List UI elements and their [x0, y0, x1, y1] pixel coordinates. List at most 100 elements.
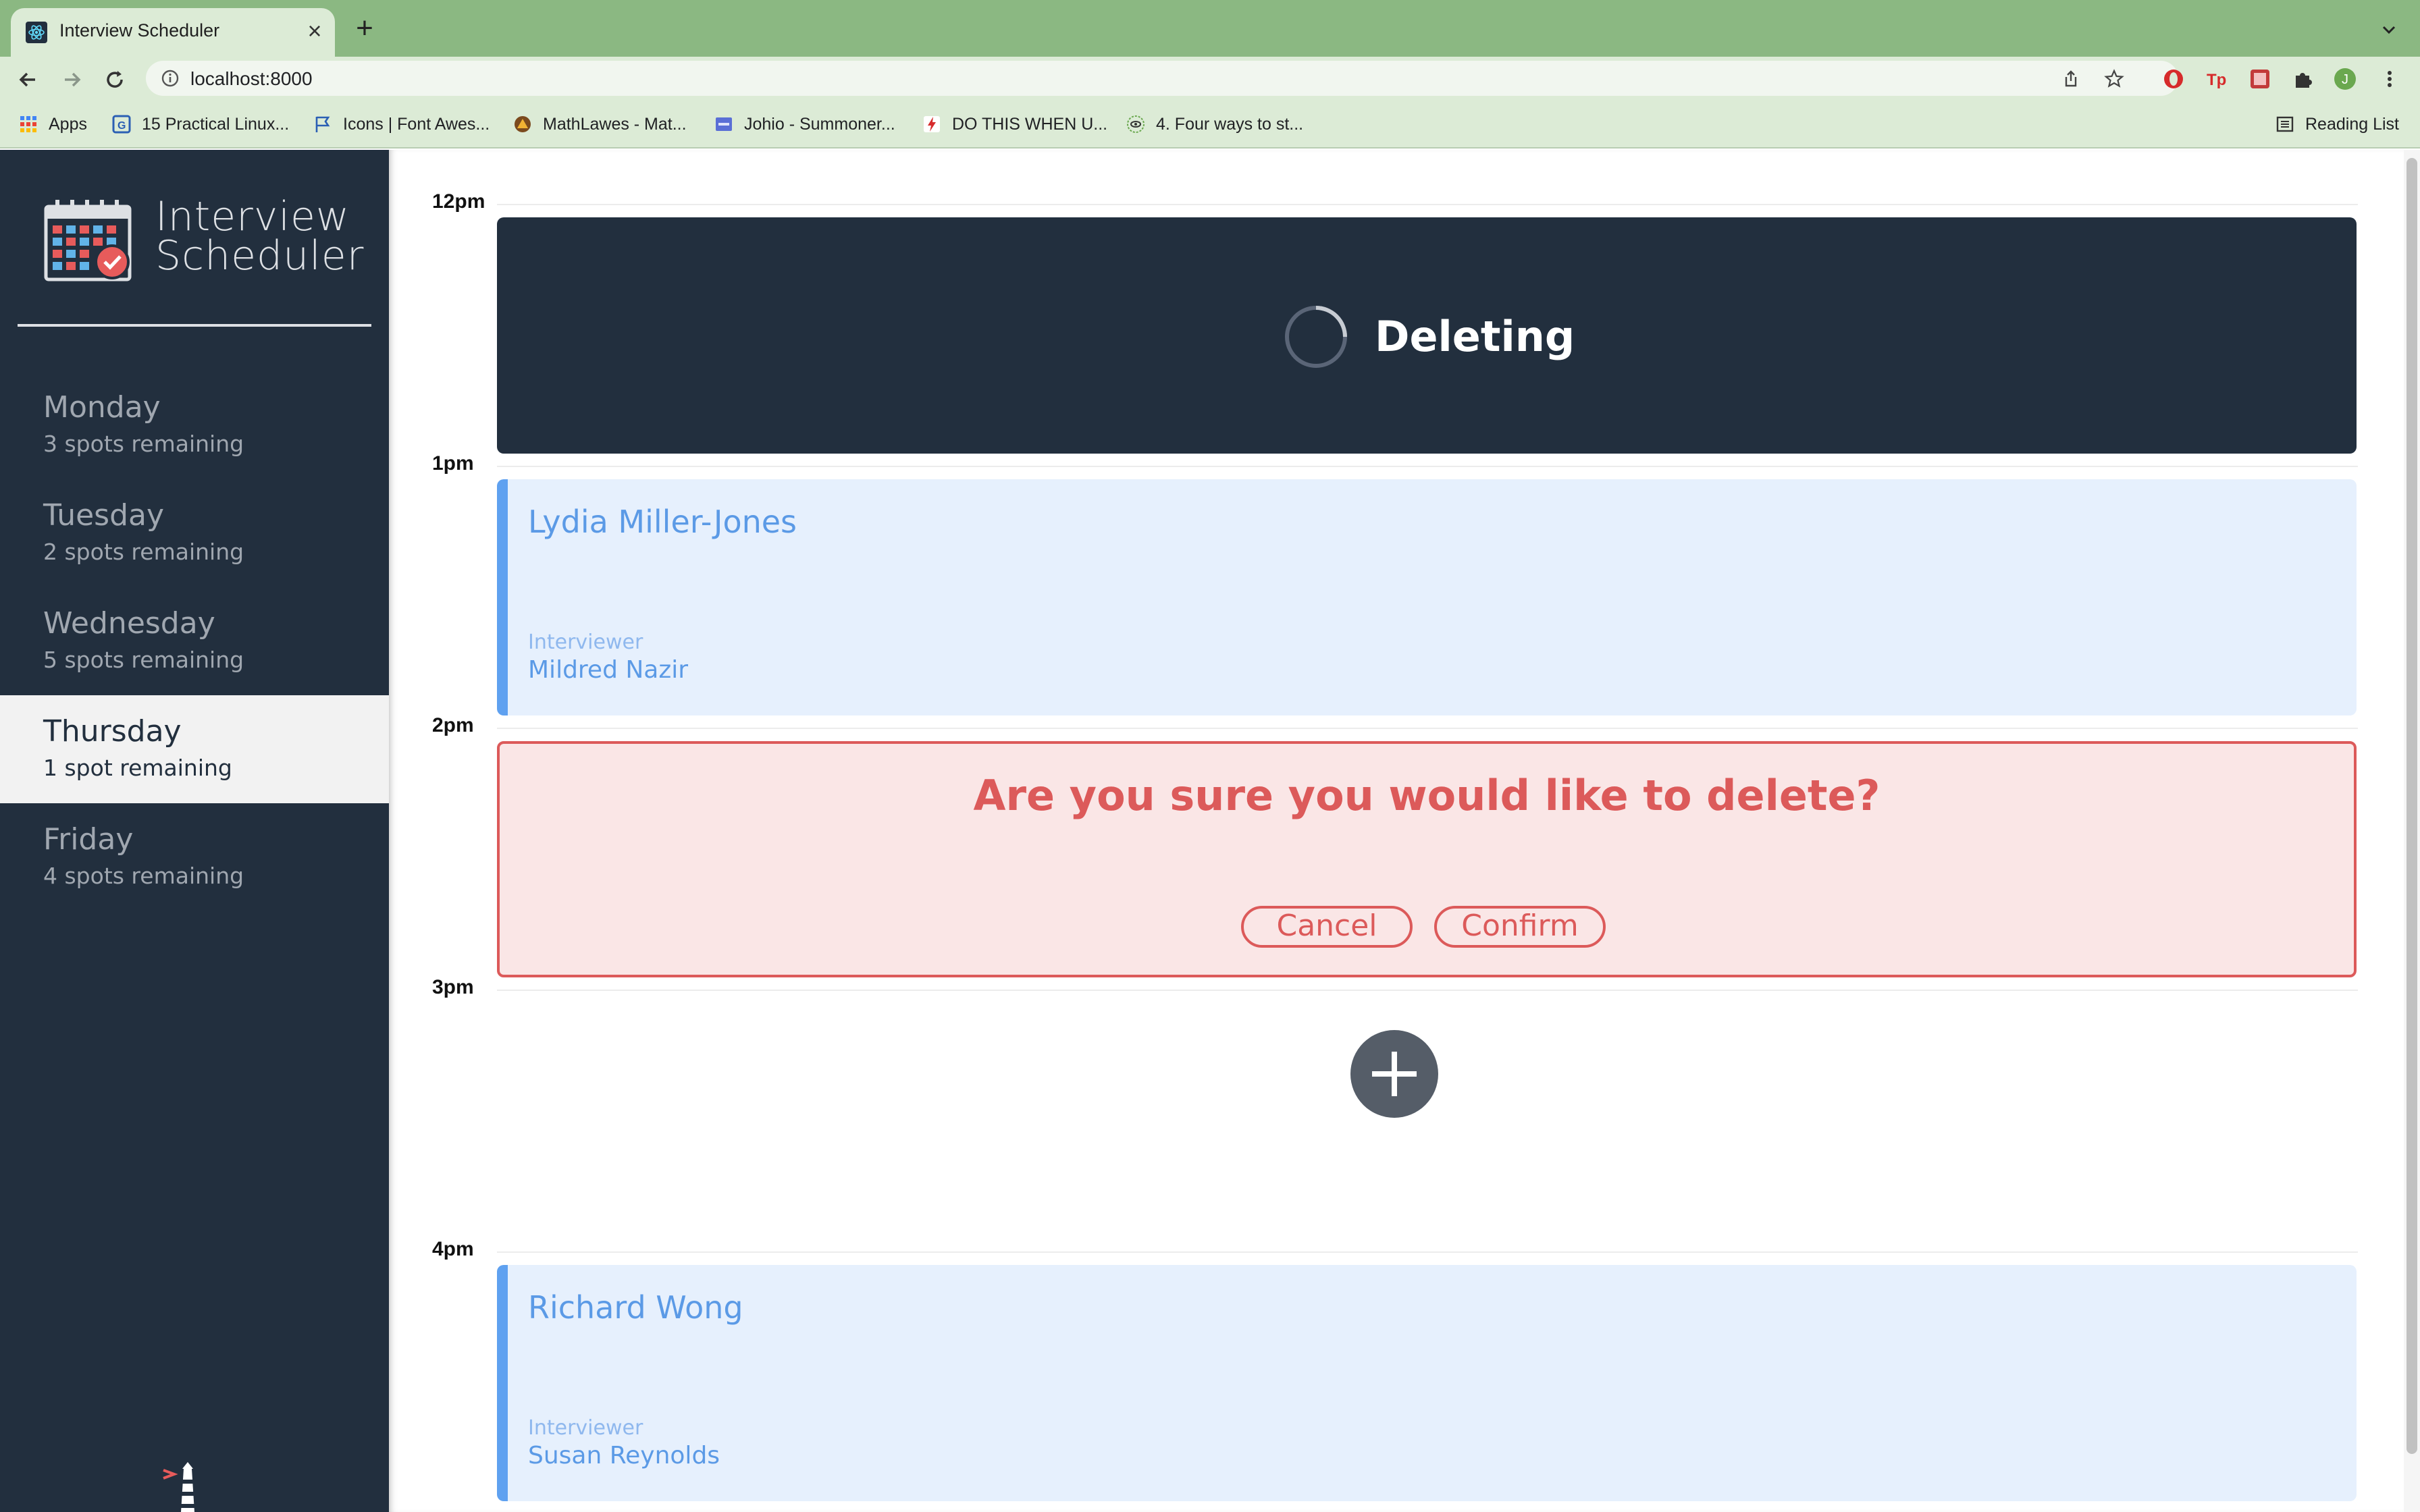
schedule: 12pm Deleting 1pm Lydia Miller-Jones Int… [389, 150, 2420, 1512]
bolt-icon [924, 116, 940, 132]
browser-tab-strip: Interview Scheduler × + [0, 0, 2420, 57]
day-spots: 4 spots remaining [43, 863, 244, 889]
bookmark-label: Johio - Summoner... [744, 114, 895, 134]
appointment-slot-4pm: 4pm Richard Wong Interviewer Susan Reyno… [389, 1197, 2401, 1501]
bookmark-label: DO THIS WHEN U... [952, 114, 1108, 134]
back-arrow-icon[interactable] [15, 66, 42, 93]
apps-grid-icon [20, 116, 36, 132]
slot-divider [497, 1251, 2358, 1253]
appointment-slot-1pm: 1pm Lydia Miller-Jones Interviewer Mildr… [389, 412, 2401, 716]
slot-time: 12pm [432, 190, 485, 213]
day-item-thursday[interactable]: Thursday 1 spot remaining [0, 695, 389, 803]
day-item-friday[interactable]: Friday 4 spots remaining [0, 803, 389, 911]
plus-icon[interactable] [1350, 1030, 1438, 1118]
browser-tab[interactable]: Interview Scheduler × [11, 8, 335, 57]
star-icon[interactable] [2104, 69, 2124, 89]
bookmark-label: 4. Four ways to st... [1156, 114, 1304, 134]
page-scrollbar[interactable] [2404, 150, 2420, 1512]
day-name: Tuesday [43, 498, 165, 533]
appointment-slot-2pm: 2pm Are you sure you would like to delet… [389, 674, 2401, 977]
react-favicon-icon [26, 22, 47, 43]
address-bar[interactable]: localhost:8000 [146, 61, 2178, 96]
day-spots: 2 spots remaining [43, 539, 244, 565]
student-name: Lydia Miller-Jones [528, 504, 797, 540]
opera-extension-icon[interactable] [2162, 68, 2185, 90]
svg-text:G: G [117, 120, 126, 132]
slot-divider [497, 204, 2358, 205]
menu-kebab-icon[interactable] [2378, 68, 2401, 90]
calendar-logo-icon [44, 200, 132, 281]
appointment-card[interactable]: Richard Wong Interviewer Susan Reynolds [497, 1265, 2357, 1501]
day-name: Monday [43, 390, 161, 425]
new-tab-icon[interactable]: + [350, 14, 379, 45]
appointment-slot-3pm: 3pm [389, 936, 2401, 1197]
bookmark-label: Icons | Font Awes... [343, 114, 490, 134]
svg-text:J: J [2342, 72, 2348, 87]
url-text[interactable]: localhost:8000 [190, 68, 313, 90]
bookmark-label: MathLawes - Mat... [543, 114, 687, 134]
sidebar-divider [18, 324, 371, 327]
reading-list-button[interactable]: Reading List [2276, 113, 2399, 135]
day-name: Wednesday [43, 606, 215, 641]
chevron-down-icon[interactable] [2378, 19, 2400, 40]
appointment-slot-12pm: 12pm Deleting [389, 150, 2401, 454]
sidebar: Interview Scheduler Monday 3 spots remai… [0, 150, 389, 1512]
reload-icon[interactable] [101, 66, 128, 93]
app-brand: Interview Scheduler [155, 193, 365, 279]
flag-icon [315, 116, 330, 132]
bookmark-four-ways[interactable]: 4. Four ways to st... [1126, 113, 1303, 135]
share-icon[interactable] [2061, 69, 2081, 89]
bookmark-mathlawes[interactable]: MathLawes - Mat... [513, 113, 687, 135]
slot-divider [497, 990, 2358, 991]
image-extension-icon[interactable] [2248, 68, 2271, 90]
slot-time: 4pm [432, 1238, 474, 1260]
bookmark-label: 15 Practical Linux... [142, 114, 290, 134]
mathlawes-icon [515, 116, 531, 132]
interviewer-name: Susan Reynolds [528, 1442, 720, 1469]
brand-line-2: Scheduler [155, 232, 365, 279]
interviewer-label: Interviewer [528, 630, 643, 654]
profile-avatar[interactable]: J [2334, 68, 2357, 90]
scrollbar-thumb[interactable] [2406, 158, 2417, 1454]
forward-arrow-icon[interactable] [58, 66, 85, 93]
browser-toolbar: localhost:8000 Tp J [0, 57, 2420, 100]
johio-icon [716, 117, 732, 131]
brand-line-1: Interview [155, 193, 350, 240]
day-name: Friday [43, 822, 134, 857]
interviewer-label: Interviewer [528, 1416, 643, 1440]
bookmark-site-icon: G [112, 115, 131, 134]
bookmark-linux[interactable]: G 15 Practical Linux... [112, 113, 289, 135]
day-item-wednesday[interactable]: Wednesday 5 spots remaining [0, 587, 389, 695]
bookmark-apps[interactable]: Apps [19, 113, 87, 135]
day-item-monday[interactable]: Monday 3 spots remaining [0, 371, 389, 479]
info-icon[interactable] [161, 69, 180, 88]
slot-time: 1pm [432, 452, 474, 475]
slot-time: 2pm [432, 714, 474, 736]
tab-title: Interview Scheduler [59, 20, 220, 40]
day-spots: 1 spot remaining [43, 755, 232, 781]
svg-text:Tp: Tp [2207, 71, 2226, 89]
bookmark-font-awesome[interactable]: Icons | Font Awes... [313, 113, 490, 135]
day-item-tuesday[interactable]: Tuesday 2 spots remaining [0, 479, 389, 587]
reading-list-icon [2276, 116, 2294, 132]
status-message: Deleting [1375, 312, 1575, 361]
lighthouse-logo-icon [163, 1462, 194, 1512]
reading-list-label: Reading List [2305, 114, 2399, 134]
confirm-message: Are you sure you would like to delete? [973, 771, 1880, 820]
bookmark-johio[interactable]: Johio - Summoner... [714, 113, 895, 135]
bookmark-label: Apps [49, 114, 87, 134]
bookmarks-bar: Apps G 15 Practical Linux... Icons | Fon… [0, 100, 2420, 148]
day-name: Thursday [43, 714, 182, 749]
slot-time: 3pm [432, 976, 474, 998]
day-spots: 3 spots remaining [43, 431, 244, 457]
slot-divider [497, 728, 2358, 729]
tp-extension-icon[interactable]: Tp [2205, 68, 2228, 90]
loading-spinner-icon [1285, 306, 1347, 368]
close-tab-icon[interactable]: × [301, 18, 328, 45]
day-spots: 5 spots remaining [43, 647, 244, 673]
student-name: Richard Wong [528, 1289, 743, 1326]
puzzle-extensions-icon[interactable] [2292, 68, 2315, 90]
slot-divider [497, 466, 2358, 467]
bookmark-do-this[interactable]: DO THIS WHEN U... [922, 113, 1107, 135]
eye-icon [1127, 115, 1145, 133]
